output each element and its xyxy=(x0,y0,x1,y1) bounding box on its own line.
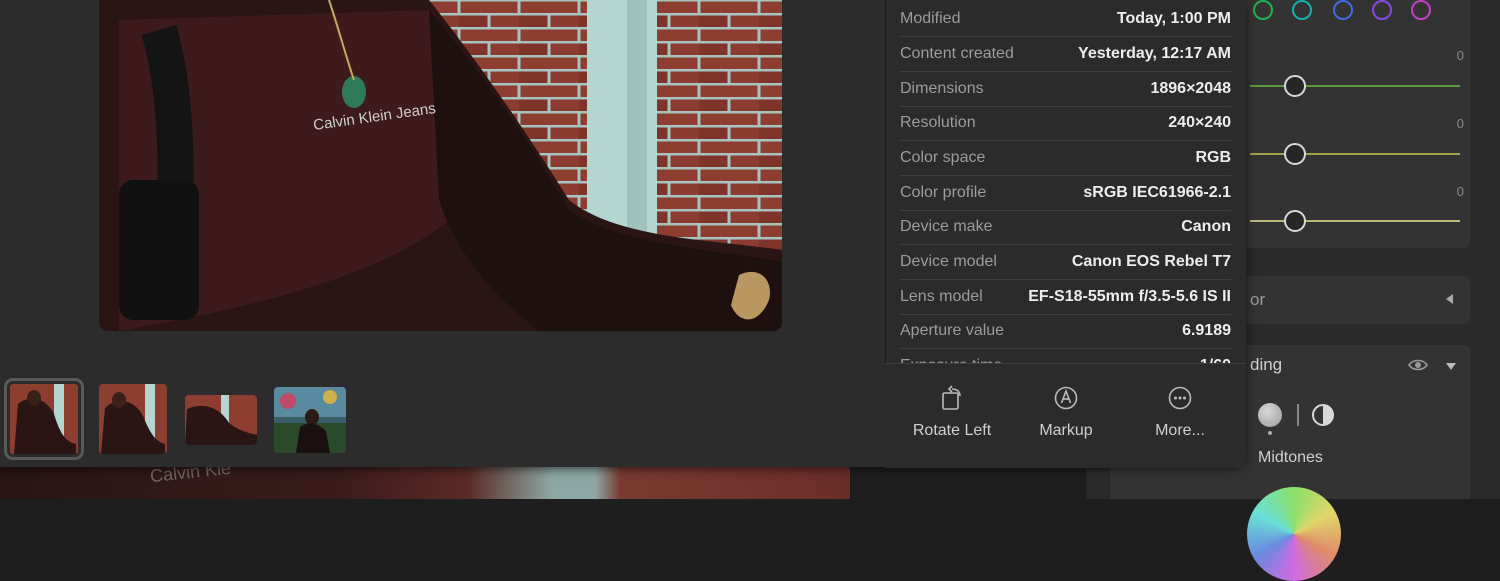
color-swatch-green[interactable] xyxy=(1253,0,1273,20)
mode-divider xyxy=(1297,404,1299,426)
info-row-content-created: Content created Yesterday, 12:17 AM xyxy=(900,37,1231,72)
hue-slider-knob[interactable] xyxy=(1284,75,1306,97)
color-grading-label: ding xyxy=(1250,355,1283,374)
info-row-resolution: Resolution 240×240 xyxy=(900,106,1231,141)
selected-indicator xyxy=(1268,431,1272,435)
color-swatch-magenta[interactable] xyxy=(1411,0,1431,20)
background-photo xyxy=(0,466,850,499)
chevron-down-icon[interactable] xyxy=(1446,363,1456,370)
info-row-modified: Modified Today, 1:00 PM xyxy=(900,2,1231,37)
hue-slider-value: 0 xyxy=(1456,48,1464,63)
luminance-slider-value: 0 xyxy=(1456,184,1464,199)
chevron-left-icon[interactable] xyxy=(1446,294,1453,304)
thumbnail-1[interactable] xyxy=(4,378,84,460)
markup-button[interactable]: Markup xyxy=(1006,385,1126,440)
color-swatch-aqua[interactable] xyxy=(1292,0,1312,20)
midtones-mode-button[interactable] xyxy=(1258,403,1282,427)
ellipsis-circle-icon xyxy=(1168,386,1192,410)
saturation-slider-track[interactable] xyxy=(1250,153,1460,155)
info-row-device-model: Device model Canon EOS Rebel T7 xyxy=(900,245,1231,280)
info-row-lens-model: Lens model EF-S18-55mm f/3.5-5.6 IS II xyxy=(900,280,1231,315)
info-row-device-make: Device make Canon xyxy=(900,210,1231,245)
thumbnail-3[interactable] xyxy=(185,395,257,445)
saturation-slider-knob[interactable] xyxy=(1284,143,1306,165)
luminance-slider-track[interactable] xyxy=(1250,220,1460,222)
half-circle-icon[interactable] xyxy=(1311,403,1335,427)
color-swatch-purple[interactable] xyxy=(1372,0,1392,20)
eye-icon[interactable] xyxy=(1408,358,1428,372)
thumbnail-4[interactable] xyxy=(274,387,346,453)
color-wheel[interactable] xyxy=(1247,487,1341,581)
rotate-left-button[interactable]: Rotate Left xyxy=(892,385,1012,440)
hue-slider-track[interactable] xyxy=(1250,85,1460,87)
info-row-color-profile: Color profile sRGB IEC61966-2.1 xyxy=(900,176,1231,211)
info-row-color-space: Color space RGB xyxy=(900,141,1231,176)
midtones-label: Midtones xyxy=(1258,449,1323,466)
markup-icon xyxy=(1054,386,1078,410)
info-row-aperture: Aperture value 6.9189 xyxy=(900,314,1231,349)
photo-illustration: Calvin Klein Jeans xyxy=(99,0,782,331)
color-swatch-blue[interactable] xyxy=(1333,0,1353,20)
thumbnail-2[interactable] xyxy=(99,384,167,454)
info-row-dimensions: Dimensions 1896×2048 xyxy=(900,72,1231,107)
more-button[interactable]: More... xyxy=(1120,385,1240,440)
saturation-slider-value: 0 xyxy=(1456,116,1464,131)
main-photo: Calvin Klein Jeans xyxy=(99,0,782,331)
luminance-slider-knob[interactable] xyxy=(1284,210,1306,232)
rotate-left-icon xyxy=(942,385,961,410)
collapsed-section-label: or xyxy=(1250,290,1266,309)
